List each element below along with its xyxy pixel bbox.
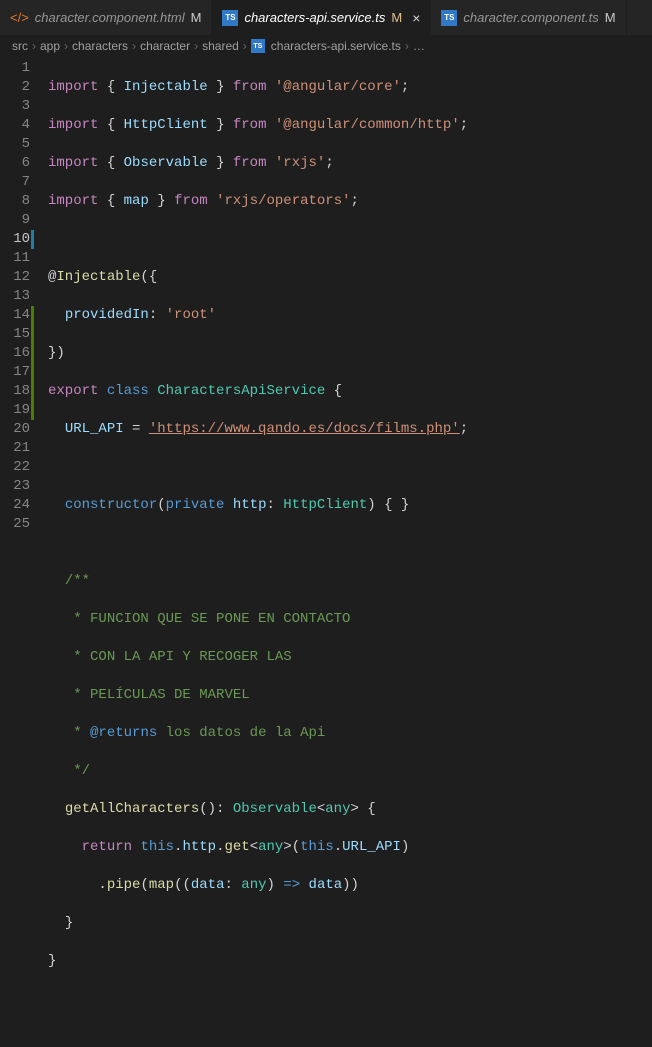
chevron-right-icon: ›: [132, 39, 136, 53]
chevron-right-icon: ›: [405, 39, 409, 53]
breadcrumb-part[interactable]: app: [40, 39, 60, 53]
chevron-right-icon: ›: [32, 39, 36, 53]
tab-dirty-indicator: M: [391, 10, 402, 25]
code-editor[interactable]: 1234567891011121314151617181920212223242…: [0, 57, 652, 1047]
tab-label: characters-api.service.ts: [244, 10, 385, 25]
tab-dirty-indicator: M: [191, 10, 202, 25]
breadcrumb-part[interactable]: shared: [202, 39, 239, 53]
breadcrumb-part[interactable]: src: [12, 39, 28, 53]
breadcrumb[interactable]: src › app › characters › character › shared ›…: [0, 35, 652, 57]
chevron-right-icon: ›: [64, 39, 68, 53]
editor-tabs: </> character.component.html M TS charac…: [0, 0, 652, 35]
chevron-right-icon: ›: [194, 39, 198, 53]
chevron-right-icon: ›: [243, 39, 247, 53]
tab-label: character.component.ts: [463, 10, 598, 25]
tab-label: character.component.html: [35, 10, 185, 25]
typescript-icon: TS: [251, 39, 265, 53]
line-number-gutter: 1234567891011121314151617181920212223242…: [0, 59, 48, 1047]
breadcrumb-part[interactable]: characters: [72, 39, 128, 53]
tab-characters-api-service[interactable]: TS characters-api.service.ts M ×: [212, 0, 431, 35]
close-icon[interactable]: ×: [412, 10, 420, 26]
tab-character-component-ts[interactable]: TS character.component.ts M: [431, 0, 626, 35]
code-icon: </>: [10, 10, 29, 25]
breadcrumb-part[interactable]: character: [140, 39, 190, 53]
typescript-icon: TS: [222, 10, 238, 26]
typescript-icon: TS: [441, 10, 457, 26]
code-content[interactable]: import { Injectable } from '@angular/cor…: [48, 59, 468, 1047]
breadcrumb-file[interactable]: characters-api.service.ts: [271, 39, 401, 53]
tab-dirty-indicator: M: [605, 10, 616, 25]
breadcrumb-more[interactable]: …: [413, 39, 425, 53]
tab-character-html[interactable]: </> character.component.html M: [0, 0, 212, 35]
